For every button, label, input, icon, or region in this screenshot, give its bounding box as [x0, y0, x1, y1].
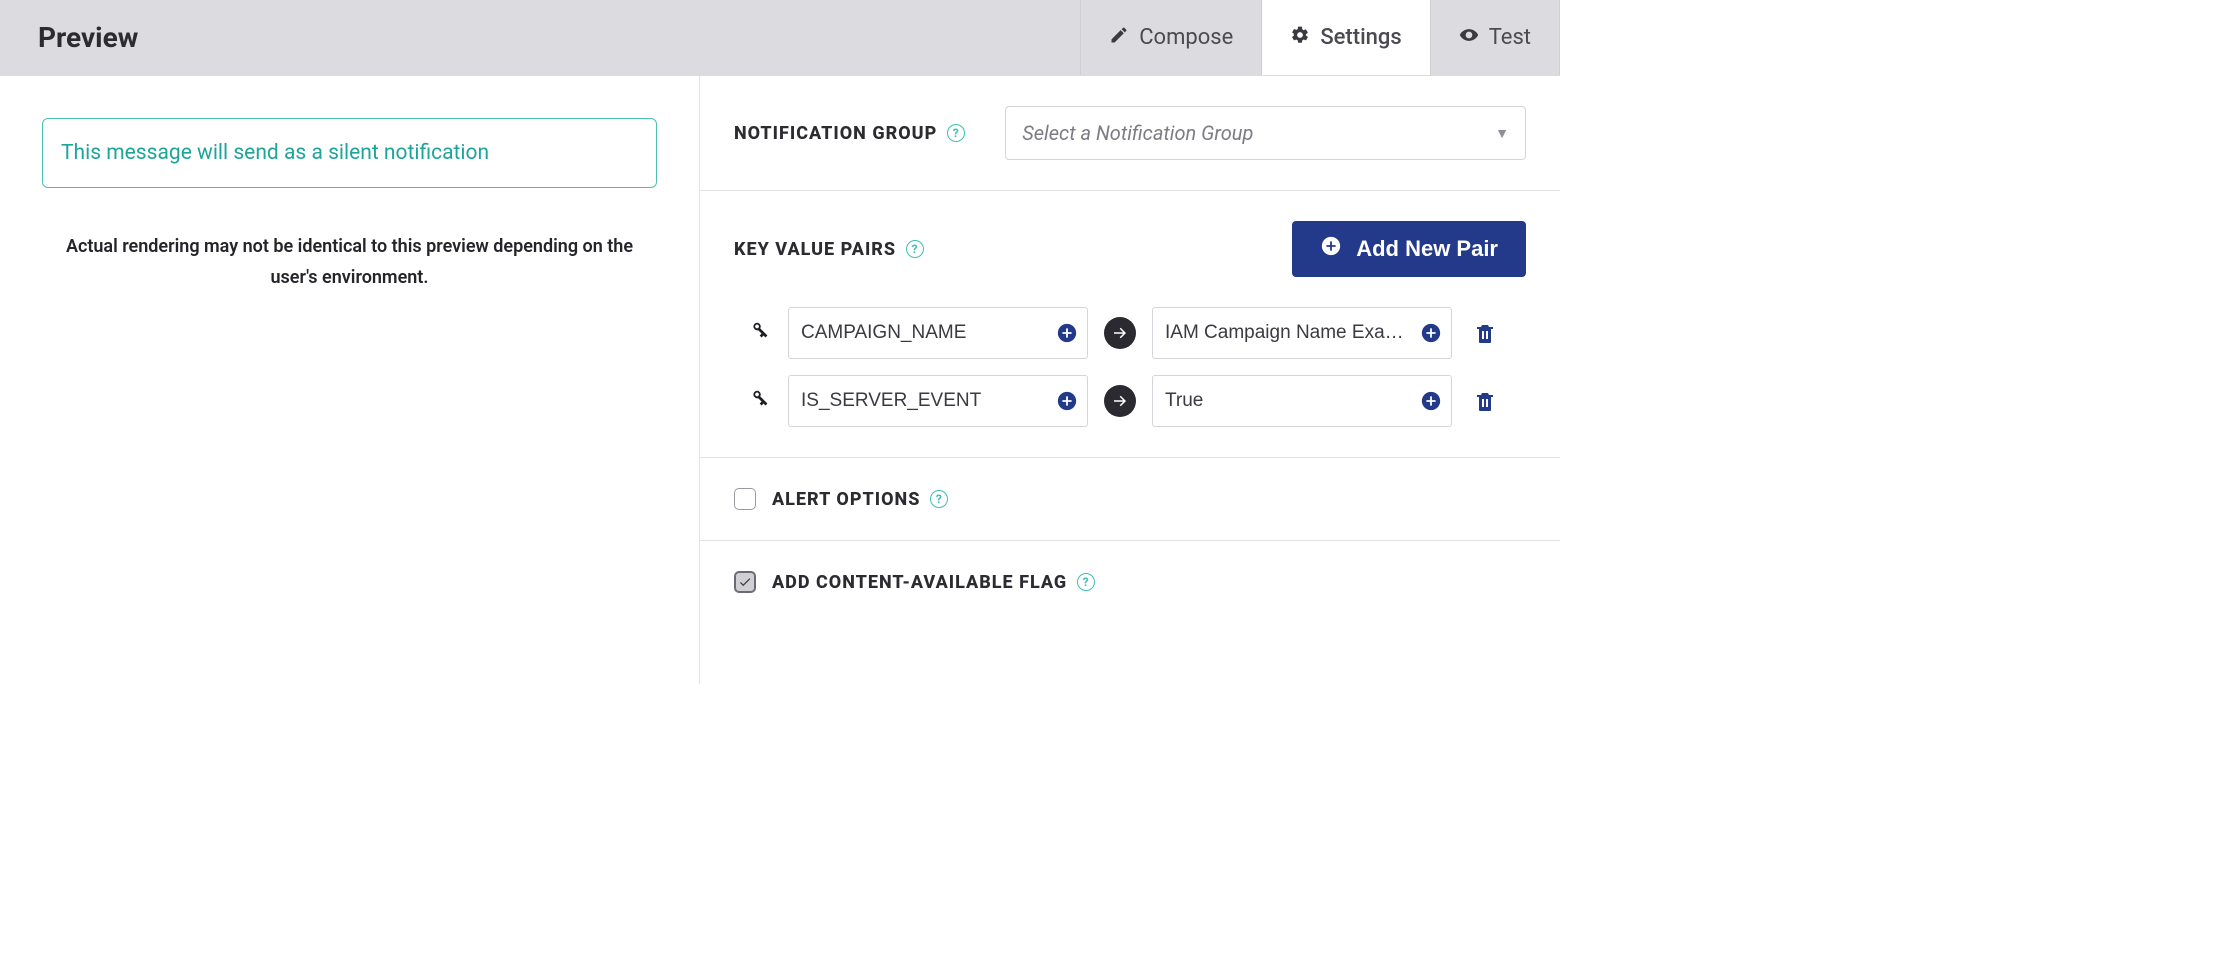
notification-group-select[interactable]: Select a Notification Group ▼: [1005, 106, 1526, 160]
topbar: Preview Compose Settings Test: [0, 0, 1560, 76]
select-placeholder: Select a Notification Group: [1022, 121, 1253, 145]
chevron-down-icon: ▼: [1495, 125, 1509, 142]
notification-group-label: NOTIFICATION GROUP ?: [734, 123, 965, 144]
arrow-right-icon: [1104, 317, 1136, 349]
kvp-key-input[interactable]: [789, 376, 1087, 426]
section-notification-group: NOTIFICATION GROUP ? Select a Notificati…: [700, 76, 1560, 191]
kvp-key-field: [788, 375, 1088, 427]
page-title: Preview: [0, 0, 1080, 75]
help-icon[interactable]: ?: [906, 240, 924, 258]
tab-compose[interactable]: Compose: [1080, 0, 1261, 75]
pencil-icon: [1109, 25, 1129, 51]
alert-options-label: ALERT OPTIONS ?: [772, 489, 948, 510]
help-icon[interactable]: ?: [947, 124, 965, 142]
help-icon[interactable]: ?: [930, 490, 948, 508]
arrow-right-icon: [1104, 385, 1136, 417]
button-label: Add New Pair: [1356, 236, 1498, 262]
section-key-value-pairs: KEY VALUE PAIRS ? Add New Pair: [700, 191, 1560, 458]
alert-options-checkbox[interactable]: [734, 488, 756, 510]
kvp-value-field: [1152, 307, 1452, 359]
content-available-checkbox[interactable]: [734, 571, 756, 593]
tab-test[interactable]: Test: [1430, 0, 1560, 75]
kvp-value-input[interactable]: [1153, 308, 1451, 358]
add-new-pair-button[interactable]: Add New Pair: [1292, 221, 1526, 277]
kvp-rows: [734, 307, 1526, 427]
help-icon[interactable]: ?: [1077, 573, 1095, 591]
delete-row-button[interactable]: [1472, 388, 1498, 414]
kvp-key-field: [788, 307, 1088, 359]
preview-disclaimer: Actual rendering may not be identical to…: [42, 232, 657, 293]
delete-row-button[interactable]: [1472, 320, 1498, 346]
key-icon: [746, 388, 772, 414]
eye-icon: [1459, 25, 1479, 51]
plus-circle-icon[interactable]: [1055, 389, 1079, 413]
kvp-key-input[interactable]: [789, 308, 1087, 358]
tab-label: Settings: [1320, 25, 1401, 50]
kvp-value-field: [1152, 375, 1452, 427]
preview-pane: This message will send as a silent notif…: [0, 76, 700, 684]
label-text: ALERT OPTIONS: [772, 489, 920, 510]
settings-pane: NOTIFICATION GROUP ? Select a Notificati…: [700, 76, 1560, 684]
kvp-value-input[interactable]: [1153, 376, 1451, 426]
kvp-label: KEY VALUE PAIRS ?: [734, 239, 924, 260]
gear-icon: [1290, 25, 1310, 51]
tab-settings[interactable]: Settings: [1261, 0, 1429, 75]
section-content-available: ADD CONTENT-AVAILABLE FLAG ?: [700, 541, 1560, 623]
key-icon: [746, 320, 772, 346]
plus-circle-icon[interactable]: [1419, 389, 1443, 413]
section-alert-options: ALERT OPTIONS ?: [700, 458, 1560, 541]
kvp-row: [734, 307, 1526, 359]
plus-circle-icon[interactable]: [1055, 321, 1079, 345]
label-text: NOTIFICATION GROUP: [734, 123, 937, 144]
kvp-row: [734, 375, 1526, 427]
content-available-label: ADD CONTENT-AVAILABLE FLAG ?: [772, 572, 1095, 593]
tab-label: Test: [1489, 25, 1531, 50]
silent-notification-banner: This message will send as a silent notif…: [42, 118, 657, 188]
main: This message will send as a silent notif…: [0, 76, 1560, 684]
tab-label: Compose: [1139, 25, 1233, 50]
label-text: ADD CONTENT-AVAILABLE FLAG: [772, 572, 1067, 593]
tabs: Compose Settings Test: [1080, 0, 1560, 75]
label-text: KEY VALUE PAIRS: [734, 239, 896, 260]
plus-circle-icon[interactable]: [1419, 321, 1443, 345]
plus-circle-icon: [1320, 235, 1342, 263]
